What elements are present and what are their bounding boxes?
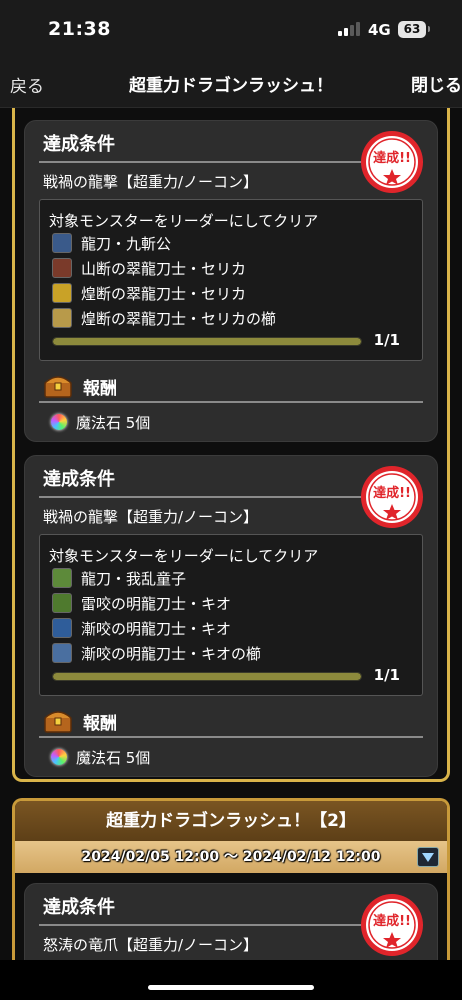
- mission-header: 達成条件: [43, 897, 115, 918]
- magic-stone-icon: [51, 749, 67, 765]
- wood-light-icon[interactable]: [52, 593, 72, 613]
- monster-row: 漸咬の明龍刀士・キオ: [52, 617, 231, 639]
- monster-row: 山断の翠龍刀士・セリカ: [52, 257, 246, 279]
- condition-box: 対象モンスターをリーダーにしてクリア 龍刀・我乱童子 雷咬の明龍刀士・キオ 漸咬…: [39, 534, 423, 696]
- progress-text: 1/1: [373, 666, 400, 684]
- reward-header: 報酬: [43, 706, 117, 736]
- condition-box: 対象モンスターをリーダーにしてクリア 龍刀・九斬公 山断の翠龍刀士・セリカ 煌断…: [39, 199, 423, 361]
- page-title: 超重力ドラゴンラッシュ！: [129, 76, 333, 96]
- nav-bar: 戻る 超重力ドラゴンラッシュ！ 閉じる: [0, 62, 462, 108]
- comb-icon[interactable]: [52, 643, 72, 663]
- magic-stone-icon: [51, 414, 67, 430]
- status-time: 21:38: [48, 18, 111, 40]
- monster-row: 漸咬の明龍刀士・キオの櫛: [52, 642, 261, 664]
- condition-text: 対象モンスターをリーダーにしてクリア: [49, 547, 319, 565]
- reward-title: 報酬: [83, 378, 117, 399]
- reward-header: 報酬: [43, 371, 117, 401]
- divider: [39, 401, 423, 403]
- stamp-label: 達成!!: [373, 150, 411, 166]
- monster-row: 煌断の翠龍刀士・セリカ: [52, 282, 246, 304]
- triangle-down-icon: [422, 853, 434, 862]
- treasure-chest-icon: [44, 711, 72, 733]
- reward-text: 魔法石 5個: [76, 748, 151, 767]
- comb-icon[interactable]: [52, 308, 72, 328]
- mission-card: 達成条件 戦禍の龍撃【超重力/ノーコン】 達成!! 対象モンスターをリーダーにし…: [24, 455, 438, 777]
- monster-name: 山断の翠龍刀士・セリカ: [81, 259, 247, 278]
- reward-text: 魔法石 5個: [76, 413, 151, 432]
- status-bar: 21:38 4G 63: [0, 0, 462, 62]
- event-date-bar: 2024/02/05 12:00 〜 2024/02/12 12:00: [15, 841, 447, 873]
- monster-name: 煌断の翠龍刀士・セリカの櫛: [81, 309, 277, 328]
- bottom-bar: [0, 960, 462, 1000]
- reward-title: 報酬: [83, 713, 117, 734]
- wood-dragon-icon[interactable]: [52, 568, 72, 588]
- mission-name: 怒涛の竜爪【超重力/ノーコン】: [43, 936, 259, 954]
- reward-item: 魔法石 5個: [51, 411, 150, 433]
- mission-card: 達成条件 怒涛の竜爪【超重力/ノーコン】 達成!!: [24, 883, 438, 960]
- condition-text: 対象モンスターをリーダーにしてクリア: [49, 212, 319, 230]
- reward-item: 魔法石 5個: [51, 746, 150, 768]
- dark-dragon-icon[interactable]: [52, 233, 72, 253]
- monster-name: 漸咬の明龍刀士・キオの櫛: [81, 644, 262, 663]
- event-title: 超重力ドラゴンラッシュ！【2】: [106, 811, 356, 831]
- monster-row: 煌断の翠龍刀士・セリカの櫛: [52, 307, 276, 329]
- monster-name: 漸咬の明龍刀士・キオ: [81, 619, 232, 638]
- battery-tip: [428, 26, 430, 32]
- monster-name: 煌断の翠龍刀士・セリカ: [81, 284, 247, 303]
- progress-fill: [53, 673, 361, 680]
- home-indicator[interactable]: [148, 985, 314, 990]
- progress-fill: [53, 338, 361, 345]
- battery-icon: 63: [398, 21, 426, 38]
- mission-name: 戦禍の龍撃【超重力/ノーコン】: [43, 173, 259, 191]
- mission-card: 達成条件 戦禍の龍撃【超重力/ノーコン】 達成!! 対象モンスターをリーダーにし…: [24, 120, 438, 442]
- close-button[interactable]: 閉じる: [411, 71, 462, 96]
- monster-row: 龍刀・九斬公: [52, 232, 171, 254]
- progress-bar: [52, 672, 362, 681]
- network-label: 4G: [368, 21, 391, 39]
- event-title-bar[interactable]: 超重力ドラゴンラッシュ！【2】: [15, 801, 447, 841]
- mission-list[interactable]: 達成条件 戦禍の龍撃【超重力/ノーコン】 達成!! 対象モンスターをリーダーにし…: [0, 108, 462, 960]
- mission-header: 達成条件: [43, 469, 115, 490]
- monster-name: 龍刀・九斬公: [81, 234, 172, 253]
- event-date: 2024/02/05 12:00 〜 2024/02/12 12:00: [81, 849, 381, 865]
- monster-row: 龍刀・我乱童子: [52, 567, 186, 589]
- water-icon[interactable]: [52, 618, 72, 638]
- mission-header: 達成条件: [43, 134, 115, 155]
- achieved-stamp-icon: 達成!!: [359, 129, 425, 195]
- monster-name: 雷咬の明龍刀士・キオ: [81, 594, 232, 613]
- stamp-label: 達成!!: [373, 913, 411, 929]
- monster-row: 雷咬の明龍刀士・キオ: [52, 592, 231, 614]
- mission-name: 戦禍の龍撃【超重力/ノーコン】: [43, 508, 259, 526]
- achieved-stamp-icon: 達成!!: [359, 892, 425, 958]
- divider: [39, 736, 423, 738]
- wood-fire-icon[interactable]: [52, 258, 72, 278]
- light-icon[interactable]: [52, 283, 72, 303]
- signal-icon: [338, 22, 362, 36]
- progress-bar: [52, 337, 362, 346]
- treasure-chest-icon: [44, 376, 72, 398]
- collapse-toggle-button[interactable]: [417, 847, 439, 867]
- progress-text: 1/1: [373, 331, 400, 349]
- achieved-stamp-icon: 達成!!: [359, 464, 425, 530]
- event-section: 超重力ドラゴンラッシュ！【2】 2024/02/05 12:00 〜 2024/…: [12, 798, 450, 960]
- monster-name: 龍刀・我乱童子: [81, 569, 187, 588]
- stamp-label: 達成!!: [373, 485, 411, 501]
